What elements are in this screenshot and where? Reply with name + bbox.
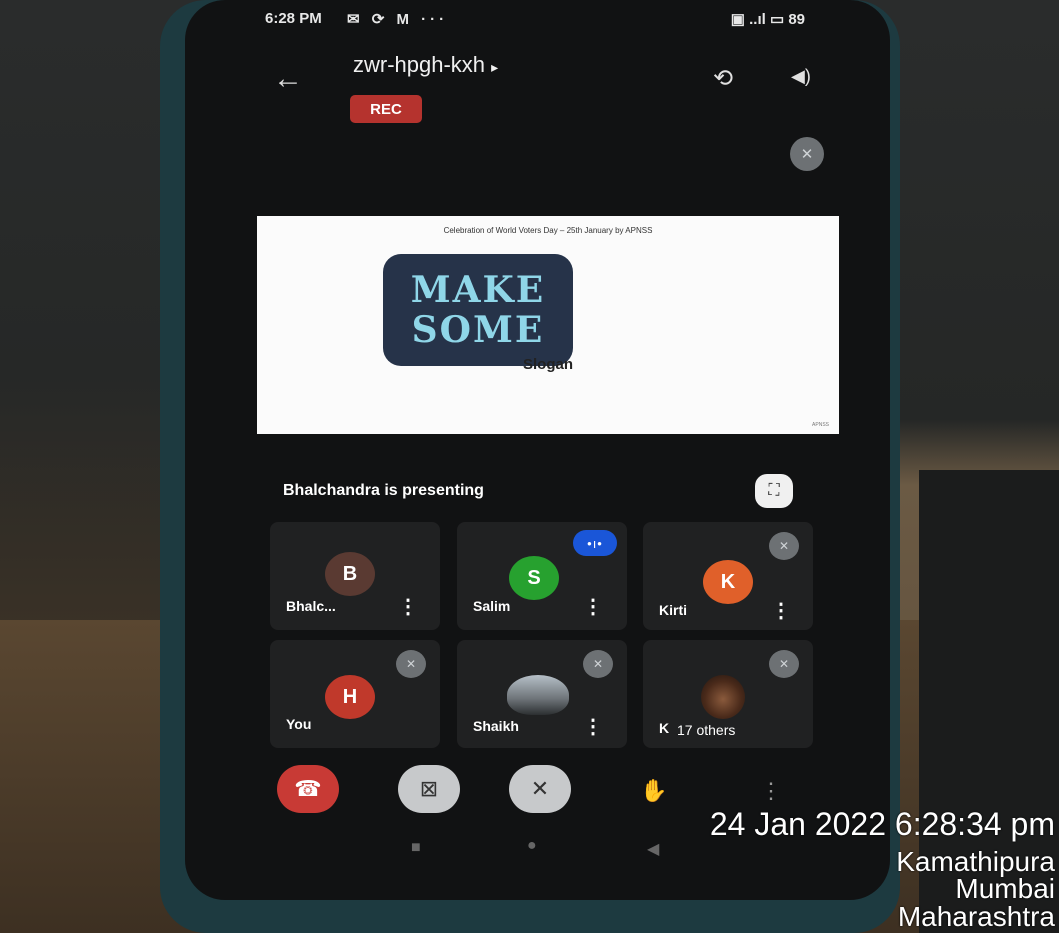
location-line3: Maharashtra: [897, 901, 1055, 932]
muted-mic-icon: ✕: [583, 650, 613, 678]
others-count: 17 others: [677, 722, 736, 738]
participant-tile-kirti[interactable]: ✕ K Kirti ⋮: [643, 522, 813, 630]
more-options-icon[interactable]: ⋮: [760, 778, 782, 804]
more-options-icon[interactable]: ⋮: [398, 594, 418, 619]
participant-tile-you[interactable]: ✕ H You: [270, 640, 440, 748]
participant-name: K: [659, 720, 670, 736]
slide-artwork: MAKE SOME: [383, 254, 573, 366]
avatar: K: [703, 560, 753, 604]
meeting-code[interactable]: zwr-hpgh-kxh ▸: [353, 52, 498, 78]
rec-badge: REC: [350, 95, 422, 123]
avatar: H: [325, 675, 375, 719]
profile-photo: [701, 675, 745, 719]
camera-off-icon: ⊠: [419, 776, 439, 801]
timestamp-overlay: 24 Jan 2022 6:28:34 pm: [709, 806, 1055, 842]
recents-icon[interactable]: ■: [411, 839, 421, 857]
more-options-icon[interactable]: ⋮: [583, 594, 603, 619]
fullscreen-icon: ⛶: [768, 482, 780, 499]
status-time: 6:28 PM: [265, 10, 322, 27]
slide-art-line2: SOME: [411, 309, 545, 351]
muted-mic-icon: ✕: [790, 137, 824, 171]
participant-name: Shaikh: [473, 718, 519, 734]
more-options-icon[interactable]: ⋮: [583, 714, 603, 739]
participant-name: Salim: [473, 598, 511, 614]
presentation-slide: Celebration of World Voters Day – 25th J…: [257, 216, 839, 434]
slide-header: Celebration of World Voters Day – 25th J…: [443, 226, 653, 235]
status-right: ▣ ..ıl ▭ 89: [731, 10, 805, 28]
presenting-bar: Bhalchandra is presenting: [273, 463, 833, 518]
muted-mic-icon: ✕: [769, 650, 799, 678]
participant-tile-shaikh[interactable]: ✕ Shaikh ⋮: [457, 640, 627, 748]
participant-name: You: [286, 716, 312, 732]
more-options-icon[interactable]: ⋮: [771, 598, 791, 623]
chevron-right-icon: ▸: [491, 59, 499, 75]
mic-off-icon: ✕: [530, 776, 550, 801]
participant-name: Kirti: [659, 602, 687, 618]
back-arrow-icon[interactable]: ←: [273, 62, 303, 96]
mic-toggle-button[interactable]: ✕: [509, 765, 571, 813]
battery-level: 89: [788, 11, 805, 28]
slide-art-line1: MAKE: [410, 269, 546, 311]
signal-icon: ▣ ..ıl ▭: [730, 11, 785, 28]
phone-icon: ☎: [294, 776, 322, 801]
notification-icons: ✉ ⟳ M ···: [347, 11, 449, 28]
camera-toggle-button[interactable]: ⊠: [398, 765, 460, 813]
slide-footer: APNSS: [812, 422, 829, 428]
muted-mic-icon: ✕: [396, 650, 426, 678]
participant-tile-others[interactable]: ✕ K 17 others: [643, 640, 813, 748]
avatar: S: [509, 556, 559, 600]
participant-tile-salim[interactable]: •ı• S Salim ⋮: [457, 522, 627, 630]
speaking-indicator-icon: •ı•: [573, 530, 617, 556]
phone-screen: 6:28 PM ✉ ⟳ M ··· ▣ ..ıl ▭ 89 ← zwr-hpgh…: [185, 0, 890, 900]
home-icon[interactable]: ●: [527, 837, 537, 855]
meeting-code-text: zwr-hpgh-kxh: [353, 52, 486, 77]
participant-name: Bhalc...: [286, 598, 336, 614]
speaker-icon[interactable]: ◀): [791, 66, 811, 87]
back-icon[interactable]: ◀: [647, 839, 659, 859]
hang-up-button[interactable]: ☎: [277, 765, 339, 813]
avatar: B: [325, 552, 375, 596]
raise-hand-icon[interactable]: ✋: [640, 778, 667, 804]
status-bar: 6:28 PM ✉ ⟳ M ··· ▣ ..ıl ▭ 89: [265, 10, 805, 32]
presenting-text: Bhalchandra is presenting: [283, 482, 484, 499]
participant-tile-bhalc[interactable]: B Bhalc... ⋮: [270, 522, 440, 630]
fullscreen-button[interactable]: ⛶: [755, 474, 793, 508]
profile-photo: [507, 675, 569, 715]
muted-mic-icon: ✕: [769, 532, 799, 560]
slide-caption: Slogan: [522, 356, 573, 373]
switch-camera-icon[interactable]: ⟲: [713, 64, 733, 93]
